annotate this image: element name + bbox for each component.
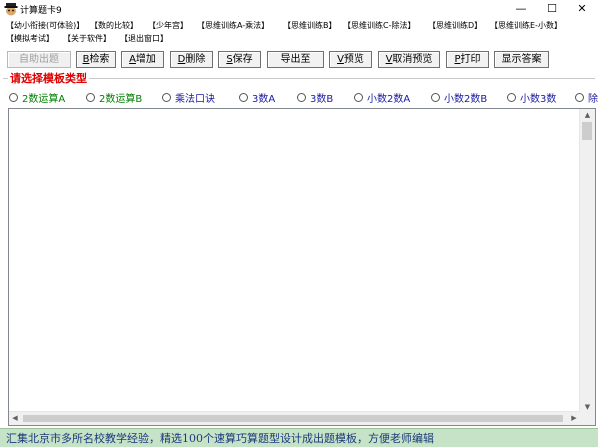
option-times-table[interactable]: 乘法口诀 <box>162 90 215 105</box>
arrow-right-icon[interactable]: ▶ <box>568 412 580 425</box>
close-button[interactable]: ✕ <box>567 0 597 18</box>
radio-circle-icon <box>239 93 248 102</box>
radio-circle-icon <box>297 93 306 102</box>
radio-circle-icon <box>354 93 363 102</box>
export-button[interactable]: 导出至 <box>267 51 324 68</box>
arrow-left-icon[interactable]: ◀ <box>9 412 21 425</box>
option-3num-b[interactable]: 3数B <box>297 90 333 105</box>
option-decimal-2num-b[interactable]: 小数2数B <box>431 90 487 105</box>
app-icon <box>4 3 18 16</box>
status-text: 汇集北京市多所名校教学经验，精选100个速算巧算题型设计成出题模板，方便老师编辑 <box>6 432 434 445</box>
option-decimal-2num-a[interactable]: 小数2数A <box>354 90 410 105</box>
menu-item-thinking-d[interactable]: 【思维训练D】 <box>428 20 482 31</box>
horizontal-scroll-thumb[interactable] <box>23 415 563 422</box>
menu-bar: 【幼小衔接(可体验)】 【数的比较】 【少年宫】 【思维训练A-乘法】 【思维训… <box>0 18 598 48</box>
option-2num-a[interactable]: 2数运算A <box>9 90 65 105</box>
radio-circle-icon <box>86 93 95 102</box>
menu-item-exit[interactable]: 【退出窗口】 <box>120 33 168 44</box>
template-options: 2数运算A 2数运算B 乘法口诀 3数A 3数B 小数2数A 小数2数B 小数3… <box>0 90 598 106</box>
arrow-up-icon[interactable]: ▲ <box>580 109 595 121</box>
menu-item-about[interactable]: 【关于软件】 <box>63 33 111 44</box>
option-2num-b[interactable]: 2数运算B <box>86 90 142 105</box>
menu-item-youth-palace[interactable]: 【少年宫】 <box>148 20 188 31</box>
menu-item-thinking-e[interactable]: 【思维训练E-小数】 <box>490 20 562 31</box>
vertical-scrollbar[interactable]: ▲ ▼ <box>579 109 595 413</box>
scroll-corner <box>580 412 595 425</box>
menu-item-preschool[interactable]: 【幼小衔接(可体验)】 <box>6 20 84 31</box>
radio-circle-icon <box>575 93 584 102</box>
delete-button[interactable]: D删除 <box>170 51 213 68</box>
vertical-scroll-thumb[interactable] <box>582 122 592 140</box>
add-button[interactable]: A增加 <box>121 51 164 68</box>
option-division[interactable]: 除 <box>575 90 598 105</box>
option-decimal-3num[interactable]: 小数3数 <box>507 90 556 105</box>
print-button[interactable]: P打印 <box>446 51 489 68</box>
preview-button[interactable]: V预览 <box>329 51 372 68</box>
menu-item-thinking-b[interactable]: 【思维训练B】 <box>283 20 337 31</box>
save-button[interactable]: S保存 <box>218 51 261 68</box>
maximize-button[interactable]: ☐ <box>537 0 567 18</box>
menu-item-thinking-c[interactable]: 【思维训练C-除法】 <box>343 20 415 31</box>
menu-item-number-compare[interactable]: 【数的比较】 <box>90 20 138 31</box>
show-answers-button[interactable]: 显示答案 <box>494 51 549 68</box>
radio-circle-icon <box>162 93 171 102</box>
radio-circle-icon <box>507 93 516 102</box>
search-button[interactable]: B检索 <box>76 51 116 68</box>
option-3num-a[interactable]: 3数A <box>239 90 275 105</box>
minimize-button[interactable]: — <box>506 0 536 18</box>
window-title: 计算题卡9 <box>20 6 62 16</box>
self-service-button[interactable]: 自助出题 <box>7 51 71 68</box>
question-editor[interactable]: ▲ ▼ ◀ ▶ <box>8 108 596 426</box>
horizontal-scrollbar[interactable]: ◀ ▶ <box>9 411 580 425</box>
status-bar: 汇集北京市多所名校教学经验，精选100个速算巧算题型设计成出题模板，方便老师编辑 <box>0 428 598 447</box>
menu-item-mock-exam[interactable]: 【模拟考试】 <box>6 33 54 44</box>
cancel-preview-button[interactable]: V取消预览 <box>378 51 440 68</box>
template-group-title: 请选择模板类型 <box>8 70 89 86</box>
title-bar: 计算题卡9 — ☐ ✕ <box>0 0 598 18</box>
radio-circle-icon <box>9 93 18 102</box>
menu-item-thinking-a[interactable]: 【思维训练A-乘法】 <box>197 20 269 31</box>
radio-circle-icon <box>431 93 440 102</box>
toolbar: 自助出题 B检索 A增加 D删除 S保存 导出至 V预览 V取消预览 P打印 显… <box>0 51 598 71</box>
